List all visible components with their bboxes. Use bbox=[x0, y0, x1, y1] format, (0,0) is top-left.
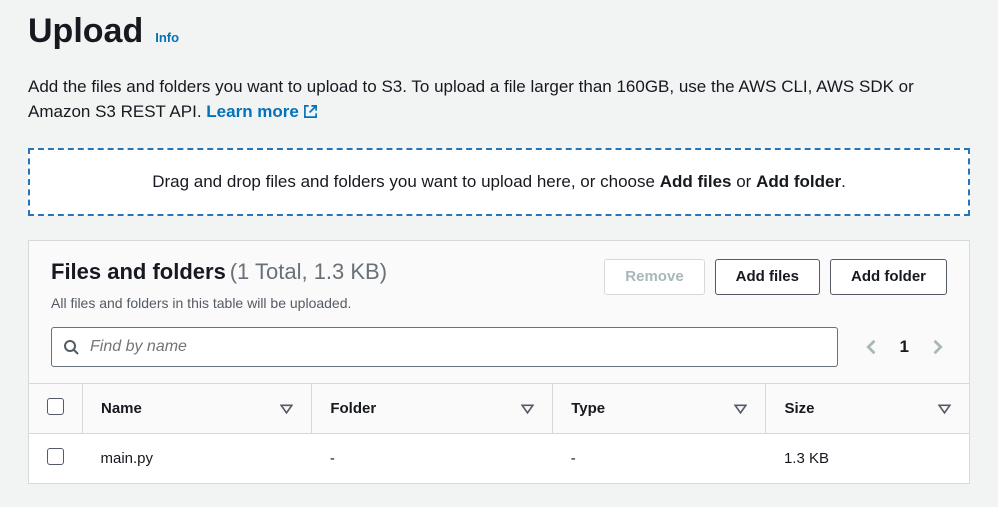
remove-button[interactable]: Remove bbox=[604, 259, 704, 295]
page-next-icon[interactable] bbox=[927, 337, 947, 357]
page-title: Upload bbox=[28, 12, 143, 51]
cell-folder: - bbox=[312, 434, 553, 484]
external-link-icon bbox=[303, 104, 318, 119]
col-size-label: Size bbox=[784, 400, 814, 417]
files-and-folders-panel: Files and folders (1 Total, 1.3 KB) All … bbox=[28, 240, 970, 484]
table-row: main.py - - 1.3 KB bbox=[29, 434, 969, 484]
page-number: 1 bbox=[900, 337, 909, 357]
panel-title: Files and folders bbox=[51, 259, 226, 284]
add-files-button[interactable]: Add files bbox=[715, 259, 820, 295]
dropzone-prefix: Drag and drop files and folders you want… bbox=[152, 172, 660, 191]
cell-name: main.py bbox=[83, 434, 312, 484]
select-all-checkbox[interactable] bbox=[47, 398, 64, 415]
row-checkbox[interactable] bbox=[47, 448, 64, 465]
cell-type: - bbox=[553, 434, 766, 484]
dropzone-bold-add-folder: Add folder bbox=[756, 172, 841, 191]
cell-size: 1.3 KB bbox=[766, 434, 969, 484]
search-input[interactable] bbox=[51, 327, 838, 367]
sort-icon bbox=[938, 402, 951, 415]
add-folder-button[interactable]: Add folder bbox=[830, 259, 947, 295]
dropzone-mid: or bbox=[732, 172, 757, 191]
col-folder-label: Folder bbox=[330, 400, 376, 417]
panel-count: (1 Total, 1.3 KB) bbox=[230, 259, 387, 284]
col-name[interactable]: Name bbox=[83, 384, 312, 434]
description-text: Add the files and folders you want to up… bbox=[28, 77, 914, 121]
dropzone[interactable]: Drag and drop files and folders you want… bbox=[28, 148, 970, 216]
panel-subtitle: All files and folders in this table will… bbox=[51, 295, 592, 311]
search-icon bbox=[63, 339, 79, 355]
files-table: Name Folder Type bbox=[29, 383, 969, 483]
pagination: 1 bbox=[862, 337, 947, 357]
sort-icon bbox=[280, 402, 293, 415]
col-name-label: Name bbox=[101, 400, 142, 417]
info-link[interactable]: Info bbox=[155, 30, 179, 45]
learn-more-link[interactable]: Learn more bbox=[206, 100, 318, 125]
col-type[interactable]: Type bbox=[553, 384, 766, 434]
dropzone-suffix: . bbox=[841, 172, 846, 191]
upload-description: Add the files and folders you want to up… bbox=[28, 75, 970, 124]
learn-more-label: Learn more bbox=[206, 100, 299, 125]
page-prev-icon[interactable] bbox=[862, 337, 882, 357]
col-folder[interactable]: Folder bbox=[312, 384, 553, 434]
col-size[interactable]: Size bbox=[766, 384, 969, 434]
sort-icon bbox=[521, 402, 534, 415]
dropzone-bold-add-files: Add files bbox=[660, 172, 732, 191]
sort-icon bbox=[734, 402, 747, 415]
col-type-label: Type bbox=[571, 400, 605, 417]
